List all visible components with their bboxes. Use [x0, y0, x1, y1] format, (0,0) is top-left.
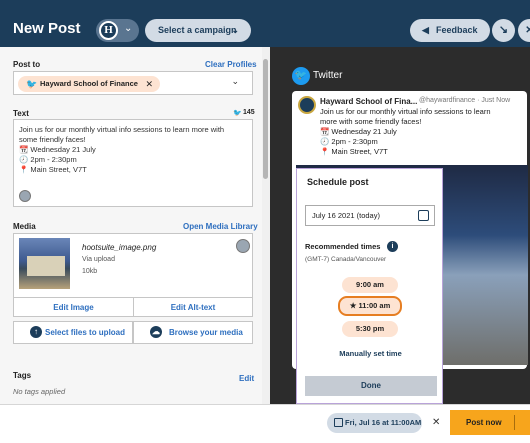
megaphone-icon: ◀	[422, 25, 429, 35]
media-thumbnail[interactable]	[19, 238, 70, 289]
organization-logo-icon: H	[99, 21, 118, 40]
remove-profile-icon[interactable]: ✕	[145, 76, 153, 92]
close-button[interactable]: ✕	[518, 19, 530, 42]
upload-icon: ↑	[30, 326, 42, 338]
preview-handle: @haywardfinance · Just Now	[419, 97, 511, 104]
preview-body-line: more with some friendly faces!	[320, 117, 422, 126]
feedback-button[interactable]: ◀ Feedback	[410, 19, 490, 42]
organization-selector[interactable]: H ⌄	[96, 19, 139, 42]
date-input[interactable]: July 16 2021 (today)	[305, 205, 435, 226]
scheduled-time-button[interactable]: Fri, Jul 16 at 11:00AM	[327, 413, 422, 433]
emoji-icon[interactable]	[19, 190, 31, 202]
character-count: 145	[243, 109, 255, 116]
campaign-selector-label: Select a campaign	[158, 25, 237, 35]
scheduled-time-label: Fri, Jul 16 at 11:00AM	[345, 418, 422, 427]
media-source: Via upload	[82, 256, 115, 263]
post-now-label: Post now	[466, 418, 502, 427]
manually-set-time-link[interactable]: Manually set time	[297, 349, 444, 358]
chevron-down-icon: ⌄	[124, 23, 133, 34]
media-attachment: hootsuite_image.png Via upload 10kb Edit…	[13, 233, 253, 317]
edit-alt-text-button[interactable]: Edit Alt-text	[134, 297, 252, 317]
schedule-post-popover: Schedule post July 16 2021 (today) Recom…	[296, 168, 443, 404]
profile-chip-label: Hayward School of Finance	[40, 79, 138, 88]
browse-media-button[interactable]: ☁ Browse your media	[133, 321, 253, 344]
clear-profiles-link[interactable]: Clear Profiles	[205, 60, 257, 69]
time-option[interactable]: 9:00 am	[342, 277, 398, 293]
post-now-button[interactable]: Post now	[450, 410, 530, 435]
schedule-title: Schedule post	[307, 177, 369, 187]
text-label: Text	[13, 109, 29, 118]
app-header: New Post H ⌄ Select a campaign ⌄ ◀ Feedb…	[0, 0, 530, 47]
post-text-line: some friendly faces!	[19, 135, 86, 144]
recommended-times-label: Recommended times	[305, 242, 381, 251]
post-to-label: Post to	[13, 60, 41, 69]
post-text-line: 🕗 2pm - 2:30pm	[19, 155, 77, 164]
scrollbar-thumb[interactable]	[263, 59, 268, 179]
composer-panel: Post to Clear Profiles 🐦 Hayward School …	[0, 47, 262, 404]
post-text-line: 📆 Wednesday 21 July	[19, 145, 96, 154]
feedback-label: Feedback	[436, 25, 478, 35]
twitter-icon: 🐦	[233, 110, 242, 117]
clear-schedule-icon[interactable]: ✕	[432, 417, 440, 428]
select-files-button[interactable]: ↑ Select files to upload	[13, 321, 133, 344]
arrow-down-right-icon: ↘	[498, 24, 509, 36]
close-icon: ✕	[525, 25, 530, 36]
preview-body-line: Join us for our monthly virtual info ses…	[320, 107, 491, 116]
done-button[interactable]: Done	[305, 376, 437, 396]
calendar-icon[interactable]	[418, 210, 429, 221]
time-option-selected[interactable]: ★ 11:00 am	[338, 296, 402, 316]
post-text-area[interactable]: Join us for our monthly virtual info ses…	[13, 119, 253, 207]
info-icon[interactable]: i	[387, 241, 398, 252]
no-tags-text: No tags applied	[13, 387, 66, 396]
twitter-icon: 🐦	[26, 79, 38, 89]
selected-time-label: 11:00 am	[358, 301, 391, 310]
date-value: July 16 2021 (today)	[312, 211, 380, 220]
media-label: Media	[13, 222, 36, 231]
browse-media-label: Browse your media	[169, 328, 243, 337]
preview-body-line: 🕗 2pm - 2:30pm	[320, 137, 378, 146]
chevron-down-icon: ⌄	[231, 76, 239, 86]
timezone-label: (GMT-7) Canada/Vancouver	[305, 256, 387, 263]
profile-chip: 🐦 Hayward School of Finance ✕	[18, 76, 160, 92]
select-files-label: Select files to upload	[45, 328, 126, 337]
profile-selector[interactable]: 🐦 Hayward School of Finance ✕ ⌄	[13, 71, 253, 95]
media-size: 10kb	[82, 268, 98, 275]
preview-network-label: Twitter	[313, 70, 343, 81]
open-media-library-link[interactable]: Open Media Library	[183, 222, 258, 231]
edit-tags-link[interactable]: Edit	[239, 374, 254, 383]
chevron-down-icon: ⌄	[231, 25, 239, 35]
twitter-icon: 🐦	[292, 67, 310, 85]
campaign-selector[interactable]: Select a campaign ⌄	[145, 19, 251, 42]
preview-body: Join us for our monthly virtual info ses…	[320, 107, 491, 157]
cloud-icon: ☁	[150, 326, 162, 338]
calendar-icon	[334, 418, 343, 427]
post-text-line: Join us for our monthly virtual info ses…	[19, 125, 225, 134]
composer-scrollbar[interactable]	[262, 47, 270, 404]
preview-account-name: Hayward School of Fina...	[320, 97, 418, 106]
minimize-button[interactable]: ↘	[492, 19, 515, 42]
time-option[interactable]: 5:30 pm	[342, 321, 398, 337]
post-text-line: 📍 Main Street, V7T	[19, 165, 87, 174]
trash-icon[interactable]	[236, 239, 250, 253]
tags-label: Tags	[13, 371, 32, 380]
page-title: New Post	[13, 20, 81, 37]
avatar	[298, 96, 316, 114]
star-icon: ★	[349, 301, 359, 310]
preview-body-line: 📍 Main Street, V7T	[320, 147, 388, 156]
preview-body-line: 📆 Wednesday 21 July	[320, 127, 397, 136]
edit-image-button[interactable]: Edit Image	[14, 297, 134, 317]
media-file-name: hootsuite_image.png	[82, 243, 157, 252]
